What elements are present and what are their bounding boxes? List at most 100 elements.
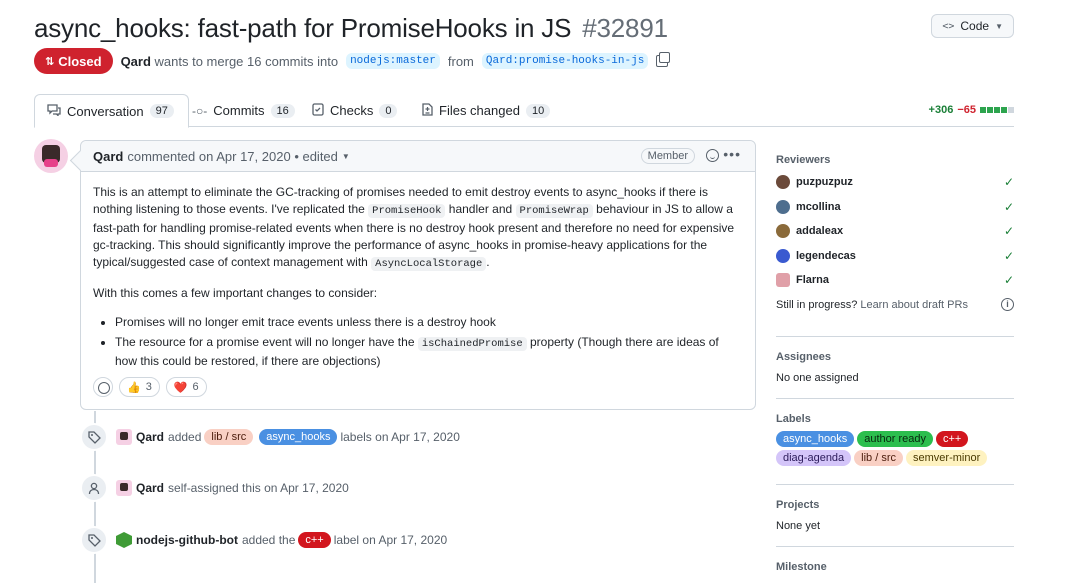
diffstat: +306 −65 (929, 104, 1014, 116)
tab-checks-count: 0 (379, 103, 398, 118)
pr-author-link[interactable]: Qard (121, 54, 151, 69)
draft-text: Still in progress? (776, 298, 858, 311)
label-cpp[interactable]: c++ (298, 532, 331, 548)
avatar (776, 224, 790, 239)
sidebar-divider (776, 398, 1014, 399)
comment-author[interactable]: Qard (93, 149, 123, 164)
check-icon: ✓ (1003, 224, 1014, 239)
assignees-heading[interactable]: Assignees (776, 351, 1014, 363)
reviewer-name: addaleax (796, 225, 844, 238)
event-suffix[interactable]: label on Apr 17, 2020 (334, 533, 447, 547)
status-badge: ⇅ Closed (34, 48, 113, 74)
draft-link[interactable]: Learn about draft PRs (860, 299, 968, 311)
add-reaction-icon[interactable] (706, 149, 719, 162)
assignees-section: Assignees No one assigned (776, 351, 1014, 384)
label-async-hooks[interactable]: async_hooks (776, 431, 855, 447)
event-text[interactable]: self-assigned this on Apr 17, 2020 (168, 481, 349, 495)
tab-commits[interactable]: -○- Commits 16 (192, 94, 295, 127)
head-branch[interactable]: Qard:promise-hooks-in-js (481, 53, 649, 69)
chevron-down-icon: ▼ (995, 21, 1003, 31)
reviewer-item[interactable]: Flarna ✓ (776, 268, 1014, 293)
milestone-heading[interactable]: Milestone (776, 561, 1014, 573)
assignees-value: No one assigned (776, 372, 859, 384)
labels-list: async_hooks author ready c++ diag-agenda… (776, 431, 1006, 466)
from-text: from (447, 53, 474, 69)
base-branch[interactable]: nodejs:master (346, 53, 440, 69)
pr-description-comment: Qard commented on Apr 17, 2020 • edited … (80, 140, 756, 410)
tag-icon (80, 526, 108, 554)
chevron-down-icon[interactable]: ▼ (342, 152, 350, 161)
inline-code: AsyncLocalStorage (371, 257, 487, 271)
code-button[interactable]: <> Code ▼ (931, 14, 1014, 38)
comment-header: Qard commented on Apr 17, 2020 • edited … (81, 141, 755, 172)
projects-section: Projects None yet (776, 499, 1014, 532)
event-actor[interactable]: Qard (136, 430, 164, 444)
label-diag-agenda[interactable]: diag-agenda (776, 450, 852, 466)
avatar[interactable] (116, 480, 132, 496)
comment-timestamp[interactable]: commented on Apr 17, 2020 (127, 149, 290, 164)
check-icon: ✓ (1003, 248, 1014, 263)
list-item: Promises will no longer emit trace event… (115, 314, 743, 331)
pull-request-closed-icon: ⇅ (45, 55, 55, 68)
kebab-horizontal-icon[interactable]: ••• (723, 146, 741, 162)
file-diff-icon (422, 102, 433, 119)
tab-files-changed[interactable]: Files changed 10 (422, 94, 551, 127)
pr-title-row: async_hooks: fast-path for PromiseHooks … (34, 8, 1014, 48)
inline-code: PromiseHook (368, 204, 446, 218)
tab-commits-count: 16 (270, 103, 295, 118)
projects-heading[interactable]: Projects (776, 499, 1014, 511)
reviewer-item[interactable]: mcollina ✓ (776, 195, 1014, 220)
milestone-section: Milestone (776, 561, 1014, 573)
diffstat-block (987, 107, 993, 113)
pr-number: #32891 (582, 12, 668, 43)
check-icon: ✓ (1003, 199, 1014, 214)
projects-value: None yet (776, 520, 821, 532)
tab-conversation-count: 97 (149, 104, 174, 118)
label-async-hooks[interactable]: async_hooks (259, 429, 338, 445)
avatar-mouth (44, 159, 58, 167)
sidebar-divider (776, 546, 1014, 547)
check-icon: ✓ (1003, 175, 1014, 190)
labels-heading[interactable]: Labels (776, 413, 1014, 425)
tab-files-changed-label: Files changed (439, 103, 520, 118)
reviewer-name: mcollina (796, 200, 841, 213)
label-lib-src[interactable]: lib / src (204, 429, 254, 445)
tag-icon (80, 423, 108, 451)
event-actor[interactable]: nodejs-github-bot (136, 533, 238, 547)
avatar[interactable] (116, 429, 132, 445)
reviewer-item[interactable]: addaleax ✓ (776, 219, 1014, 244)
label-author-ready[interactable]: author ready (857, 431, 933, 447)
avatar[interactable] (34, 139, 68, 173)
diffstat-additions: +306 (928, 104, 954, 116)
reviewer-name: puzpuzpuz (796, 176, 853, 189)
event-verb: added the (241, 533, 296, 547)
comment-body: This is an attempt to eliminate the GC-t… (81, 172, 755, 385)
event-actor[interactable]: Qard (136, 481, 164, 495)
label-cpp[interactable]: c++ (935, 431, 969, 447)
pr-title-text: async_hooks: fast-path for PromiseHooks … (34, 12, 572, 43)
reviewer-item[interactable]: puzpuzpuz ✓ (776, 170, 1014, 195)
draft-hint: Still in progress? Learn about draft PRs… (776, 297, 1014, 311)
tab-checks-label: Checks (330, 103, 374, 118)
person-icon (80, 474, 108, 502)
tab-conversation[interactable]: Conversation 97 (34, 94, 189, 128)
reaction-heart[interactable]: ❤️ 6 (165, 377, 207, 397)
tab-checks[interactable]: Checks 0 (312, 94, 398, 127)
label-lib-src[interactable]: lib / src (854, 450, 904, 466)
commit-icon: -○- (192, 103, 208, 118)
code-icon: <> (942, 20, 955, 32)
diffstat-block (994, 107, 1000, 113)
reaction-thumbs-up[interactable]: 👍 3 (119, 377, 160, 397)
event-suffix[interactable]: labels on Apr 17, 2020 (340, 430, 459, 444)
avatar (776, 199, 790, 214)
label-semver-minor[interactable]: semver-minor (906, 450, 988, 466)
add-reaction-button[interactable] (93, 377, 113, 397)
info-icon: i (1001, 297, 1014, 311)
bot-avatar[interactable] (116, 532, 132, 548)
edited-dropdown[interactable]: • edited (294, 149, 338, 164)
reviewers-heading[interactable]: Reviewers (776, 154, 1014, 166)
copy-icon[interactable] (656, 52, 671, 67)
reaction-count: 3 (145, 381, 152, 393)
reviewer-item[interactable]: legendecas ✓ (776, 244, 1014, 269)
check-icon: ✓ (1003, 273, 1014, 288)
